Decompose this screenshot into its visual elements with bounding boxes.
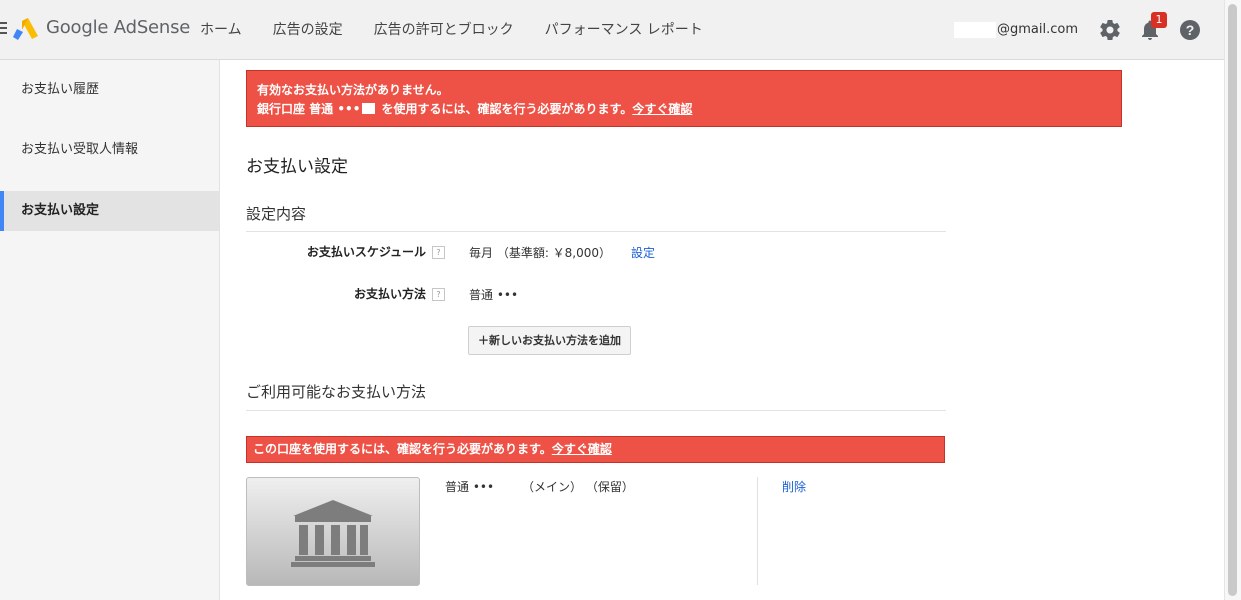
- brand-name[interactable]: Google AdSense: [46, 17, 190, 38]
- schedule-label: お支払いスケジュール: [306, 245, 426, 259]
- add-payment-method-label: 新しいお支払い方法を追加: [489, 334, 621, 347]
- alert-line-2: 銀行口座 普通 ••• を使用するには、確認を行う必要があります。今すぐ確認: [257, 100, 1121, 119]
- scrollbar-thumb[interactable]: [1228, 4, 1237, 596]
- help-icon[interactable]: ?: [1178, 18, 1202, 42]
- verify-warning-bar: この口座を使用するには、確認を行う必要があります。今すぐ確認: [246, 436, 945, 463]
- section-divider: [246, 231, 946, 232]
- svg-text:?: ?: [1186, 22, 1195, 38]
- nav-allow-block[interactable]: 広告の許可とブロック: [374, 0, 514, 60]
- menu-icon[interactable]: [0, 22, 8, 36]
- account-email[interactable]: @gmail.com: [997, 22, 1078, 37]
- section-divider: [246, 410, 946, 411]
- bank-account-card[interactable]: [246, 477, 420, 586]
- schedule-value: 毎月 （基準額: ￥8,000）: [469, 246, 612, 260]
- method-value: 普通 •••: [469, 288, 519, 302]
- column-divider: [757, 477, 758, 585]
- settings-heading: 設定内容: [246, 205, 307, 223]
- nav-performance-reports[interactable]: パフォーマンス レポート: [545, 0, 703, 60]
- page-title: お支払い設定: [246, 157, 348, 177]
- method-label: お支払い方法: [353, 287, 426, 301]
- verify-warning-text: この口座を使用するには、確認を行う必要があります。: [253, 442, 552, 456]
- notification-badge[interactable]: 1: [1151, 12, 1167, 28]
- nav-ad-settings[interactable]: 広告の設定: [273, 0, 343, 60]
- available-methods-heading: ご利用可能なお支払い方法: [246, 383, 427, 401]
- account-type: 普通 •••: [445, 480, 495, 494]
- nav-home[interactable]: ホーム: [200, 0, 242, 60]
- account-number-redaction: [362, 103, 376, 114]
- alert-banner: 有効なお支払い方法がありません。 銀行口座 普通 ••• を使用するには、確認を…: [246, 70, 1122, 127]
- bank-icon: [291, 500, 375, 567]
- method-label-row: お支払い方法?: [354, 285, 445, 302]
- main-nav: ホーム 広告の設定 広告の許可とブロック パフォーマンス レポート: [200, 0, 734, 60]
- schedule-settings-link[interactable]: 設定: [631, 244, 655, 261]
- add-payment-method-button[interactable]: ＋新しいお支払い方法を追加: [468, 326, 631, 355]
- help-icon[interactable]: ?: [432, 288, 445, 301]
- verify-now-link[interactable]: 今すぐ確認: [632, 102, 692, 116]
- help-icon[interactable]: ?: [432, 246, 445, 259]
- sidebar-item-payee-info[interactable]: お支払い受取人情報: [0, 130, 219, 170]
- plus-icon: ＋: [478, 334, 489, 347]
- verify-now-link[interactable]: 今すぐ確認: [552, 442, 612, 456]
- gear-icon[interactable]: [1098, 18, 1122, 42]
- adsense-logo[interactable]: [13, 17, 39, 41]
- email-redaction: [954, 22, 996, 38]
- sidebar-item-payment-history[interactable]: お支払い履歴: [0, 70, 219, 110]
- sidebar-item-payment-settings[interactable]: お支払い設定: [0, 191, 219, 231]
- alert-line-1: 有効なお支払い方法がありません。: [257, 83, 449, 97]
- delete-link[interactable]: 削除: [782, 478, 806, 495]
- account-tags: （メイン） （保留）: [522, 480, 634, 494]
- top-bar: Google AdSense ホーム 広告の設定 広告の許可とブロック パフォー…: [0, 0, 1224, 60]
- alert-account-suffix: を使用するには、確認を行う必要があります。: [377, 102, 633, 116]
- sidebar: お支払い履歴 お支払い受取人情報 お支払い設定: [0, 60, 220, 600]
- alert-account-prefix: 銀行口座 普通 •••: [257, 102, 361, 116]
- schedule-label-row: お支払いスケジュール?: [307, 243, 445, 260]
